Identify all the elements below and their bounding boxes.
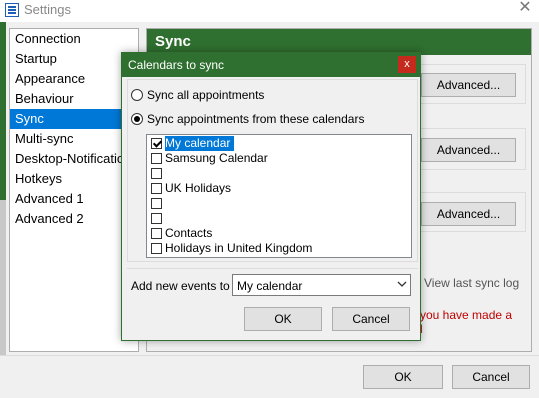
calendar-label: Contacts	[165, 226, 213, 240]
calendar-checkbox[interactable]	[151, 153, 162, 164]
settings-ok-button[interactable]: OK	[363, 365, 443, 389]
window-close-button[interactable]: ✕	[512, 0, 538, 16]
calendar-label	[165, 211, 169, 226]
calendar-checkbox[interactable]	[151, 213, 162, 224]
calendar-label: Holidays in United Kingdom	[165, 241, 313, 255]
add-events-label: Add new events to	[131, 279, 230, 293]
nav-item-advanced-1[interactable]: Advanced 1	[10, 189, 138, 209]
dialog-title: Calendars to sync	[128, 58, 225, 72]
calendar-list[interactable]: My calendar Samsung Calendar UK Holidays…	[146, 134, 412, 258]
nav-item-multi-sync[interactable]: Multi-sync	[10, 129, 138, 149]
calendar-item[interactable]	[149, 196, 409, 211]
calendar-checkbox[interactable]	[151, 168, 162, 179]
radio-sync-all-label[interactable]: Sync all appointments	[147, 88, 264, 102]
calendar-label: My calendar	[165, 136, 235, 151]
advanced-button-3[interactable]: Advanced...	[421, 202, 516, 226]
unsaved-warning-line-2: l	[420, 322, 423, 336]
calendar-checkbox[interactable]	[151, 198, 162, 209]
title-bar	[0, 0, 539, 22]
advanced-button-1[interactable]: Advanced...	[421, 73, 516, 97]
nav-item-hotkeys[interactable]: Hotkeys	[10, 169, 138, 189]
calendar-label: UK Holidays	[165, 181, 232, 195]
calendar-item[interactable]: Contacts	[149, 226, 409, 241]
nav-item-behaviour[interactable]: Behaviour	[10, 89, 138, 109]
sync-panel-title: Sync	[155, 33, 191, 50]
unsaved-warning: you have made a l	[420, 308, 530, 338]
calendar-label	[165, 196, 169, 211]
dialog-close-button[interactable]: x	[398, 56, 416, 73]
unsaved-warning-line-1: you have made a	[420, 308, 513, 322]
add-events-dropdown-value: My calendar	[237, 279, 303, 293]
calendar-item[interactable]: Holidays in United Kingdom	[149, 241, 409, 256]
calendar-checkbox[interactable]	[151, 228, 162, 239]
settings-nav-list[interactable]: Connection Startup Appearance Behaviour …	[9, 28, 139, 352]
nav-item-connection[interactable]: Connection	[10, 29, 138, 49]
nav-item-appearance[interactable]: Appearance	[10, 69, 138, 89]
calendar-item[interactable]: My calendar	[149, 136, 409, 151]
radio-sync-selected-label[interactable]: Sync appointments from these calendars	[147, 112, 364, 126]
nav-item-sync[interactable]: Sync	[10, 109, 138, 129]
calendar-item[interactable]	[149, 211, 409, 226]
calendar-item[interactable]: Samsung Calendar	[149, 151, 409, 166]
calendar-checkbox[interactable]	[151, 138, 162, 149]
window-title: Settings	[24, 2, 71, 17]
radio-sync-selected[interactable]	[131, 113, 143, 125]
dialog-separator	[127, 268, 418, 269]
dialog-cancel-button[interactable]: Cancel	[332, 307, 410, 331]
nav-item-startup[interactable]: Startup	[10, 49, 138, 69]
calendar-checkbox[interactable]	[151, 243, 162, 254]
calendar-item[interactable]	[149, 166, 409, 181]
advanced-button-2[interactable]: Advanced...	[421, 138, 516, 162]
calendar-item[interactable]: UK Holidays	[149, 181, 409, 196]
calendar-label: Samsung Calendar	[165, 151, 268, 165]
app-icon	[5, 3, 19, 17]
nav-item-advanced-2[interactable]: Advanced 2	[10, 209, 138, 229]
calendar-checkbox[interactable]	[151, 183, 162, 194]
view-sync-log-link[interactable]: View last sync log	[424, 276, 519, 290]
nav-item-desktop-notifications[interactable]: Desktop-Notifications	[10, 149, 138, 169]
settings-cancel-button[interactable]: Cancel	[452, 365, 530, 389]
dialog-ok-button[interactable]: OK	[244, 307, 322, 331]
calendar-label	[165, 166, 169, 181]
chevron-down-icon[interactable]	[396, 277, 408, 291]
radio-sync-all[interactable]	[131, 89, 143, 101]
